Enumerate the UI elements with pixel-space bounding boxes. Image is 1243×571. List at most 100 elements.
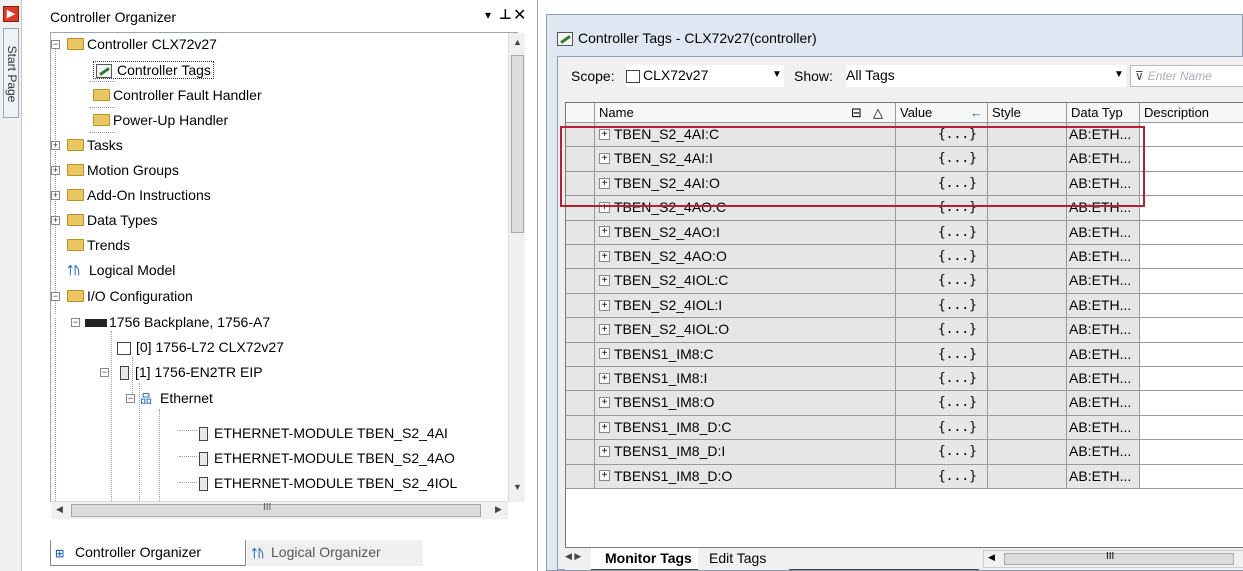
tag-value-cell[interactable]: {...}: [896, 415, 988, 441]
scroll-left-icon[interactable]: ◀: [56, 504, 63, 515]
tree-item-trends[interactable]: Trends: [67, 234, 130, 256]
tag-data-type-cell[interactable]: AB:ETH...: [1067, 269, 1140, 294]
chevron-down-icon[interactable]: ▼: [772, 65, 782, 85]
tab-scroll-icon[interactable]: ◀ ▶: [565, 551, 581, 562]
tag-description-cell[interactable]: [1140, 123, 1243, 148]
scrollbar-thumb[interactable]: [71, 504, 481, 517]
table-row[interactable]: + TBEN_S2_4IOL:O {...} AB:ETH...: [566, 318, 1243, 343]
expand-icon[interactable]: +: [599, 421, 610, 433]
header-description[interactable]: Description: [1140, 103, 1243, 123]
header-data-type[interactable]: Data Typ: [1067, 103, 1140, 123]
tag-data-type-cell[interactable]: AB:ETH...: [1067, 440, 1140, 465]
table-row[interactable]: + TBENS1_IM8:C {...} AB:ETH...: [566, 342, 1243, 367]
expand-icon[interactable]: +: [599, 372, 610, 384]
tag-style-cell[interactable]: [988, 367, 1067, 392]
tag-style-cell[interactable]: [988, 415, 1067, 441]
tree-item-controller-tags[interactable]: Controller Tags: [93, 59, 214, 81]
expand-icon[interactable]: +: [51, 216, 60, 225]
tag-data-type-cell[interactable]: AB:ETH...: [1067, 415, 1140, 441]
row-selector[interactable]: [566, 391, 595, 416]
row-selector[interactable]: [566, 293, 595, 319]
row-selector[interactable]: [566, 245, 595, 270]
expand-icon[interactable]: +: [51, 191, 60, 200]
scroll-up-icon[interactable]: ▲: [513, 37, 522, 47]
table-row[interactable]: + TBEN_S2_4AO:O {...} AB:ETH...: [566, 245, 1243, 270]
tag-data-type-cell[interactable]: AB:ETH...: [1067, 318, 1140, 343]
tag-value-cell[interactable]: {...}: [896, 318, 988, 343]
collapse-icon[interactable]: −: [71, 318, 80, 327]
expand-icon[interactable]: +: [599, 470, 610, 482]
collapse-icon[interactable]: −: [126, 394, 135, 403]
tab-controller-organizer[interactable]: ⊞ Controller Organizer: [50, 540, 246, 566]
tag-name-cell[interactable]: + TBEN_S2_4IOL:I: [595, 293, 896, 319]
sort-icon[interactable]: △: [873, 103, 883, 122]
expand-icon[interactable]: +: [599, 445, 610, 457]
show-select[interactable]: All Tags ▼: [846, 65, 1126, 87]
expand-icon[interactable]: +: [51, 166, 60, 175]
tag-name-cell[interactable]: + TBENS1_IM8:O: [595, 391, 896, 416]
tag-value-cell[interactable]: {...}: [896, 464, 988, 489]
tag-description-cell[interactable]: [1140, 245, 1243, 270]
expand-icon[interactable]: +: [599, 299, 610, 311]
tag-data-type-cell[interactable]: AB:ETH...: [1067, 293, 1140, 319]
tree-item-powerup-handler[interactable]: Power-Up Handler: [93, 109, 228, 131]
tag-description-cell[interactable]: [1140, 367, 1243, 392]
tag-name-cell[interactable]: + TBEN_S2_4AO:I: [595, 220, 896, 245]
tag-value-cell[interactable]: {...}: [896, 293, 988, 319]
pin-icon[interactable]: ⊥: [499, 6, 512, 23]
chevron-down-icon[interactable]: ▼: [1114, 65, 1124, 85]
expand-icon[interactable]: +: [599, 226, 610, 238]
tag-value-cell[interactable]: {...}: [896, 342, 988, 367]
tag-data-type-cell[interactable]: AB:ETH...: [1067, 220, 1140, 245]
tag-value-cell[interactable]: {...}: [896, 269, 988, 294]
collapse-icon[interactable]: −: [100, 368, 109, 377]
row-selector[interactable]: [566, 342, 595, 367]
tag-description-cell[interactable]: [1140, 269, 1243, 294]
expand-icon[interactable]: +: [599, 323, 610, 335]
tab-monitor-tags[interactable]: Monitor Tags: [591, 548, 698, 570]
header-name[interactable]: Name ⊟ △: [595, 103, 896, 123]
row-selector[interactable]: [566, 415, 595, 441]
tag-name-cell[interactable]: + TBENS1_IM8_D:O: [595, 464, 896, 489]
tree-item-fault-handler[interactable]: Controller Fault Handler: [93, 84, 262, 106]
expand-icon[interactable]: +: [599, 275, 610, 287]
tag-style-cell[interactable]: [988, 220, 1067, 245]
tree-item-module-4iol[interactable]: ETHERNET-MODULE TBEN_S2_4IOL: [199, 472, 457, 494]
tag-description-cell[interactable]: [1140, 293, 1243, 319]
table-row[interactable]: + TBENS1_IM8_D:C {...} AB:ETH...: [566, 415, 1243, 441]
start-page-icon[interactable]: ▶: [3, 6, 19, 22]
tag-style-cell[interactable]: [988, 245, 1067, 270]
header-value[interactable]: Value ←: [896, 103, 988, 123]
filter-input[interactable]: ⊽ Enter Name: [1130, 65, 1243, 87]
expand-icon[interactable]: +: [599, 397, 610, 409]
tag-name-cell[interactable]: + TBENS1_IM8:C: [595, 342, 896, 367]
collapse-icon[interactable]: −: [51, 292, 60, 301]
header-style[interactable]: Style: [988, 103, 1067, 123]
expand-icon[interactable]: +: [599, 348, 610, 360]
organizer-vertical-scrollbar[interactable]: ▲ ▼: [508, 33, 525, 502]
tag-style-cell[interactable]: [988, 318, 1067, 343]
tag-description-cell[interactable]: [1140, 220, 1243, 245]
scrollbar-thumb[interactable]: [511, 55, 524, 233]
table-row[interactable]: + TBEN_S2_4IOL:I {...} AB:ETH...: [566, 293, 1243, 319]
table-row[interactable]: + TBENS1_IM8_D:O {...} AB:ETH...: [566, 464, 1243, 489]
tag-value-cell[interactable]: {...}: [896, 245, 988, 270]
table-row[interactable]: + TBEN_S2_4AO:I {...} AB:ETH...: [566, 220, 1243, 245]
organizer-horizontal-scrollbar[interactable]: ◀ III ▶: [51, 501, 508, 519]
collapse-icon[interactable]: −: [51, 40, 60, 49]
tag-value-cell[interactable]: {...}: [896, 367, 988, 392]
row-selector[interactable]: [566, 269, 595, 294]
tree-item-logical-model[interactable]: ᛏᚢ Logical Model: [67, 259, 175, 281]
tree-item-controller-slot0[interactable]: [0] 1756-L72 CLX72v27: [117, 336, 284, 358]
tag-description-cell[interactable]: [1140, 171, 1243, 197]
tag-data-type-cell[interactable]: AB:ETH...: [1067, 367, 1140, 392]
tag-style-cell[interactable]: [988, 293, 1067, 319]
expand-icon[interactable]: +: [599, 250, 610, 262]
tag-style-cell[interactable]: [988, 391, 1067, 416]
tag-name-cell[interactable]: + TBENS1_IM8_D:C: [595, 415, 896, 441]
tag-style-cell[interactable]: [988, 269, 1067, 294]
tag-data-type-cell[interactable]: AB:ETH...: [1067, 391, 1140, 416]
tag-description-cell[interactable]: [1140, 464, 1243, 489]
tag-description-cell[interactable]: [1140, 440, 1243, 465]
tag-description-cell[interactable]: [1140, 342, 1243, 367]
